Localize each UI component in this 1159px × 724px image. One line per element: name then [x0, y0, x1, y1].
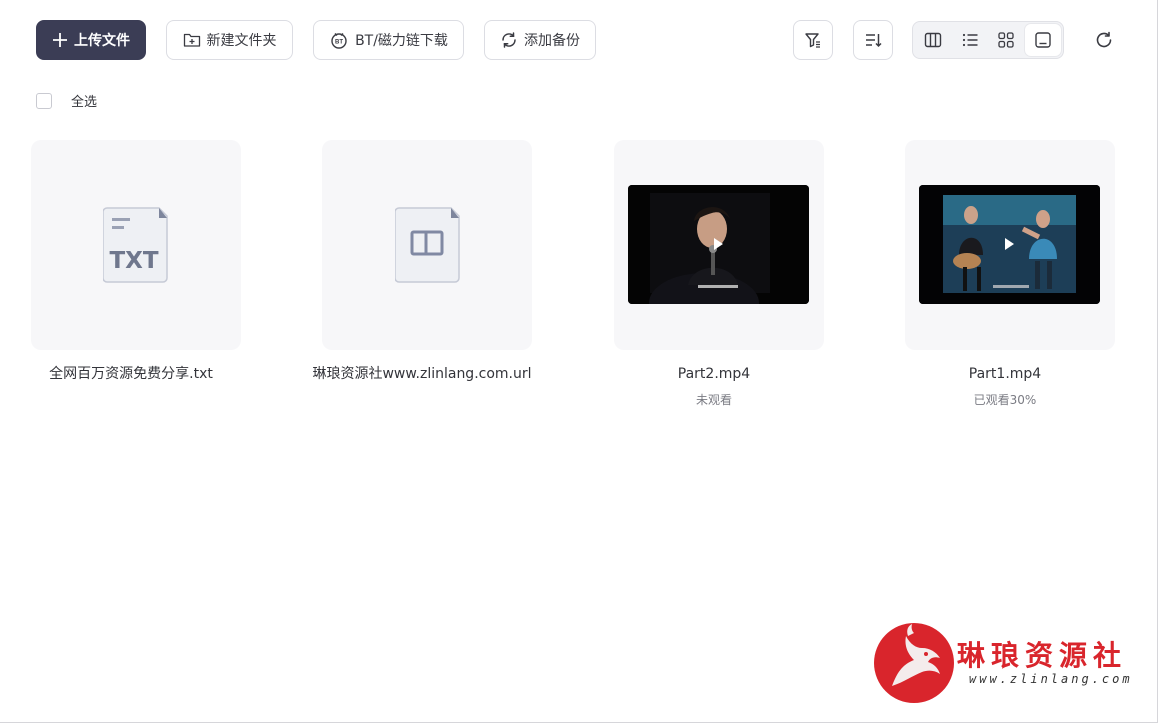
- video-frame-image: [919, 185, 1100, 304]
- view-mode-switcher: [912, 21, 1064, 59]
- sync-icon: [502, 32, 516, 48]
- add-backup-label: 添加备份: [524, 33, 580, 49]
- video-thumbnail: [919, 185, 1100, 304]
- upload-file-label: 上传文件: [74, 33, 130, 49]
- refresh-button[interactable]: [1092, 28, 1116, 52]
- video-frame-image: [628, 185, 809, 304]
- watch-status-part1: 已观看30%: [973, 393, 1037, 407]
- file-name-txt[interactable]: 全网百万资源免费分享.txt: [16, 363, 246, 386]
- file-name-part1[interactable]: Part1.mp4: [890, 363, 1120, 386]
- file-card-video-part2[interactable]: [614, 140, 824, 350]
- txt-thumb-label: TXT: [109, 248, 159, 274]
- file-name-part2[interactable]: Part2.mp4: [599, 363, 829, 386]
- bt-magnet-download-button[interactable]: BT BT/磁力链下载: [313, 20, 464, 60]
- view-thumbnail-button[interactable]: [1024, 24, 1061, 56]
- folder-plus-icon: [183, 33, 200, 47]
- sort-icon: [866, 34, 882, 48]
- view-columns-button[interactable]: [915, 24, 952, 56]
- window-frame: [0, 0, 1158, 723]
- file-card-video-part1[interactable]: [905, 140, 1115, 350]
- filter-button[interactable]: [793, 20, 833, 60]
- upload-file-button[interactable]: 上传文件: [36, 20, 146, 60]
- new-folder-button[interactable]: 新建文件夹: [166, 20, 293, 60]
- grid-icon: [998, 32, 1014, 48]
- plus-icon: [53, 33, 67, 47]
- list-icon: [962, 33, 978, 47]
- thumbnail-icon: [1035, 32, 1051, 48]
- video-thumbnail: [628, 185, 809, 304]
- select-all-row: 全选: [36, 91, 97, 110]
- select-all-checkbox[interactable]: [36, 92, 52, 109]
- watch-status-part2: 未观看: [695, 393, 732, 407]
- file-card-url[interactable]: [322, 140, 532, 350]
- bt-icon: BT: [331, 33, 347, 49]
- filter-icon: [805, 33, 820, 48]
- file-card-txt[interactable]: TXT: [31, 140, 241, 350]
- sort-button[interactable]: [853, 20, 893, 60]
- view-grid-button[interactable]: [988, 24, 1025, 56]
- view-list-button[interactable]: [952, 24, 989, 56]
- columns-icon: [925, 32, 942, 48]
- refresh-icon: [1096, 31, 1112, 48]
- svg-text:BT: BT: [335, 40, 343, 46]
- site-logo-watermark: 琳琅资源社 www.zlinlang.com: [872, 620, 1142, 710]
- select-all-label[interactable]: 全选: [71, 91, 97, 110]
- file-name-url[interactable]: 琳琅资源社www.zlinlang.com.url: [307, 363, 537, 386]
- logo-title: 琳琅资源社: [957, 639, 1128, 672]
- url-file-icon: [395, 207, 460, 283]
- add-backup-button[interactable]: 添加备份: [484, 20, 596, 60]
- logo-url: www.zlinlang.com: [969, 672, 1133, 686]
- bt-magnet-download-label: BT/磁力链下载: [355, 33, 448, 49]
- new-folder-label: 新建文件夹: [206, 33, 277, 49]
- dragon-logo-icon: [874, 623, 954, 703]
